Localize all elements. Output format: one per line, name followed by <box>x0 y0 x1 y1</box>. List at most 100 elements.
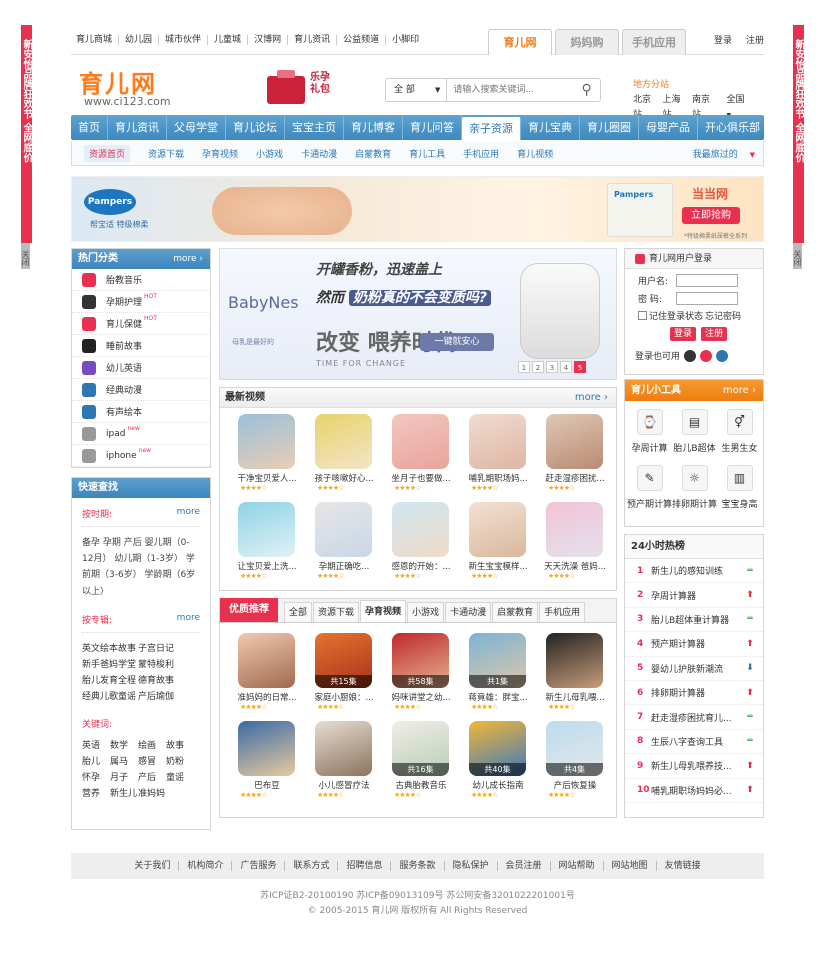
hot-title[interactable]: 胎儿B超体重计算器 <box>651 613 745 626</box>
video-tile[interactable]: 新生儿母乳喂... ★★★★☆ <box>536 633 613 721</box>
topic-link[interactable]: 蒙特梭利 <box>138 657 190 673</box>
video-tile[interactable]: 巴布豆 ★★★★☆ <box>228 721 305 809</box>
tool-item[interactable]: ✎ 预产期计算 <box>627 465 672 521</box>
nav-item[interactable]: 开心俱乐部 <box>698 115 767 140</box>
video-caption[interactable]: 新生宝宝模样... <box>463 560 533 572</box>
carousel-page[interactable]: 3 <box>546 361 558 373</box>
video-caption[interactable]: 孩子咳嗽好心... <box>309 472 379 484</box>
video-caption[interactable]: 妈咪讲堂之幼... <box>386 691 456 703</box>
footer-link[interactable]: 网站帮助 <box>549 861 603 871</box>
time-periods[interactable]: 备孕 孕期 产后 婴儿期（0-12月） 幼儿期（1-3岁） 学前期（3-6岁） … <box>82 535 200 600</box>
topic-link[interactable]: 产后瑜伽 <box>138 689 190 705</box>
tab[interactable]: 资源下载 <box>313 602 360 622</box>
hot-title[interactable]: 赶走湿疹困扰育儿... <box>651 711 745 724</box>
keyword-link[interactable]: 准妈妈 <box>138 786 165 802</box>
category-item[interactable]: 育儿保健 HOT <box>72 313 210 335</box>
video-thumbnail[interactable] <box>238 502 295 557</box>
video-tile[interactable]: 新生宝宝模样... ★★★★☆ <box>459 502 536 590</box>
keyword-link[interactable]: 胎儿 <box>82 754 107 770</box>
ad-cta-button[interactable]: 一键就安心 <box>420 333 494 351</box>
subnav-item[interactable]: 启蒙教育 <box>355 147 391 160</box>
top-link[interactable]: 城市伙伴 <box>158 34 207 45</box>
video-caption[interactable]: 准妈妈的日常... <box>232 691 302 703</box>
video-thumbnail[interactable] <box>546 633 603 688</box>
carousel-page[interactable]: 4 <box>560 361 572 373</box>
hot-title[interactable]: 生辰八字查询工具 <box>651 735 745 748</box>
video-caption[interactable]: 让宝贝爱上洗... <box>232 560 302 572</box>
video-tile[interactable]: 共15集 家庭小厨娘：... ★★★★☆ <box>305 633 382 721</box>
video-tile[interactable]: 准妈妈的日常... ★★★★☆ <box>228 633 305 721</box>
hot-list-item[interactable]: 7 赶走湿疹困扰育儿... ═ <box>625 705 763 730</box>
category-item[interactable]: 孕期护理 HOT <box>72 291 210 313</box>
video-thumbnail[interactable] <box>238 414 295 469</box>
hot-list-item[interactable]: 4 预产期计算器 ⬆ <box>625 632 763 657</box>
video-tile[interactable]: 坐月子也要做... ★★★★☆ <box>382 414 459 502</box>
site-tab-mobile[interactable]: 手机应用 <box>621 28 686 55</box>
search-category-select[interactable]: 全 部 ▼ <box>386 79 448 101</box>
register-link[interactable]: 注册 <box>746 33 764 46</box>
search-input[interactable] <box>447 80 574 100</box>
top-link[interactable]: 小脚印 <box>385 34 425 45</box>
hot-title[interactable]: 排卵期计算器 <box>651 686 745 699</box>
video-tile[interactable]: 天天洗澡 爸妈... ★★★★☆ <box>536 502 613 590</box>
video-thumbnail[interactable] <box>315 502 372 557</box>
hot-list-item[interactable]: 10 哺乳期职场妈妈必... ⬆ <box>625 779 763 803</box>
carousel-page-active[interactable]: 5 <box>574 361 586 373</box>
footer-link[interactable]: 机构简介 <box>178 861 231 871</box>
left-side-ad-close[interactable]: 关闭 <box>21 243 30 269</box>
video-thumbnail[interactable]: 共1集 <box>469 633 526 688</box>
keyword-link[interactable]: 数学 <box>110 738 135 754</box>
keyword-link[interactable]: 感冒 <box>138 754 163 770</box>
top-link[interactable]: 育儿资讯 <box>287 34 336 45</box>
video-caption[interactable]: 幼儿成长指南 <box>463 779 533 791</box>
left-side-ad[interactable]: 新安怡品牌狂欢节 全网底价 关闭 <box>21 25 43 269</box>
nav-item[interactable]: 育儿论坛 <box>226 115 285 140</box>
hot-title[interactable]: 哺乳期职场妈妈必... <box>651 784 745 797</box>
video-tile[interactable]: 共4集 产后恢复操 ★★★★☆ <box>536 721 613 809</box>
hot-title[interactable]: 孕周计算器 <box>651 589 745 602</box>
more-link[interactable]: more › <box>173 249 203 269</box>
right-side-ad-text[interactable]: 新安怡品牌狂欢节 全网底价 <box>793 25 804 243</box>
hot-title[interactable]: 新生儿母乳喂养技... <box>651 759 745 772</box>
footer-link[interactable]: 招聘信息 <box>337 861 390 871</box>
keyword-link[interactable]: 产后 <box>138 770 163 786</box>
formula-ad[interactable]: 开罐香粉，迅速盖上 然而 奶粉真的不会变质吗? BabyNes 母乳是最好的 改… <box>219 248 617 380</box>
nav-item[interactable]: 育儿问答 <box>403 115 462 140</box>
hot-list-item[interactable]: 5 婴幼儿护肤新潮流 ⬇ <box>625 657 763 681</box>
category-item[interactable]: 经典动漫 <box>72 379 210 401</box>
footer-link[interactable]: 网站地图 <box>602 861 656 871</box>
footer-link[interactable]: 联系方式 <box>284 861 337 871</box>
tool-item[interactable]: ⌚ 孕周计算 <box>627 409 672 465</box>
topic-link[interactable]: 子宫日记 <box>138 641 190 657</box>
video-tile[interactable]: 感恩的开始：... ★★★★☆ <box>382 502 459 590</box>
login-link[interactable]: 登录 <box>714 33 732 46</box>
category-item[interactable]: iphone new <box>72 445 210 467</box>
tab-active[interactable]: 孕育视频 <box>360 600 407 622</box>
hot-list-item[interactable]: 6 排卵期计算器 ⬆ <box>625 681 763 706</box>
video-caption[interactable]: 小儿感冒疗法 <box>309 779 379 791</box>
footer-link[interactable]: 广告服务 <box>231 861 284 871</box>
video-caption[interactable]: 家庭小厨娘：... <box>309 691 379 703</box>
video-thumbnail[interactable]: 共15集 <box>315 633 372 688</box>
keyword-link[interactable]: 怀孕 <box>82 770 107 786</box>
nav-item[interactable]: 首页 <box>71 115 108 140</box>
password-input[interactable] <box>676 292 738 305</box>
tab[interactable]: 全部 <box>284 602 313 622</box>
qq-icon[interactable] <box>684 349 697 362</box>
video-tile[interactable]: 小儿感冒疗法 ★★★★☆ <box>305 721 382 809</box>
tab[interactable]: 卡通动漫 <box>445 602 492 622</box>
video-tile[interactable]: 孕期正确吃... ★★★★☆ <box>305 502 382 590</box>
topic-link[interactable]: 英文绘本故事 <box>82 641 136 657</box>
nav-item[interactable]: 育儿博客 <box>344 115 403 140</box>
video-caption[interactable]: 古典胎教音乐 <box>386 779 456 791</box>
tool-item[interactable]: ▥ 宝宝身高 <box>717 465 762 521</box>
carousel-page[interactable]: 2 <box>532 361 544 373</box>
video-caption[interactable]: 干净宝贝爱人... <box>232 472 302 484</box>
video-caption[interactable]: 赶走湿疹困扰... <box>540 472 610 484</box>
subnav-item[interactable]: 育儿工具 <box>409 147 445 160</box>
footer-link[interactable]: 隐私保护 <box>443 861 497 871</box>
category-item[interactable]: ipad new <box>72 423 210 445</box>
video-tile[interactable]: 让宝贝爱上洗... ★★★★☆ <box>228 502 305 590</box>
video-caption[interactable]: 坐月子也要做... <box>386 472 456 484</box>
keyword-link[interactable]: 绘画 <box>138 738 163 754</box>
